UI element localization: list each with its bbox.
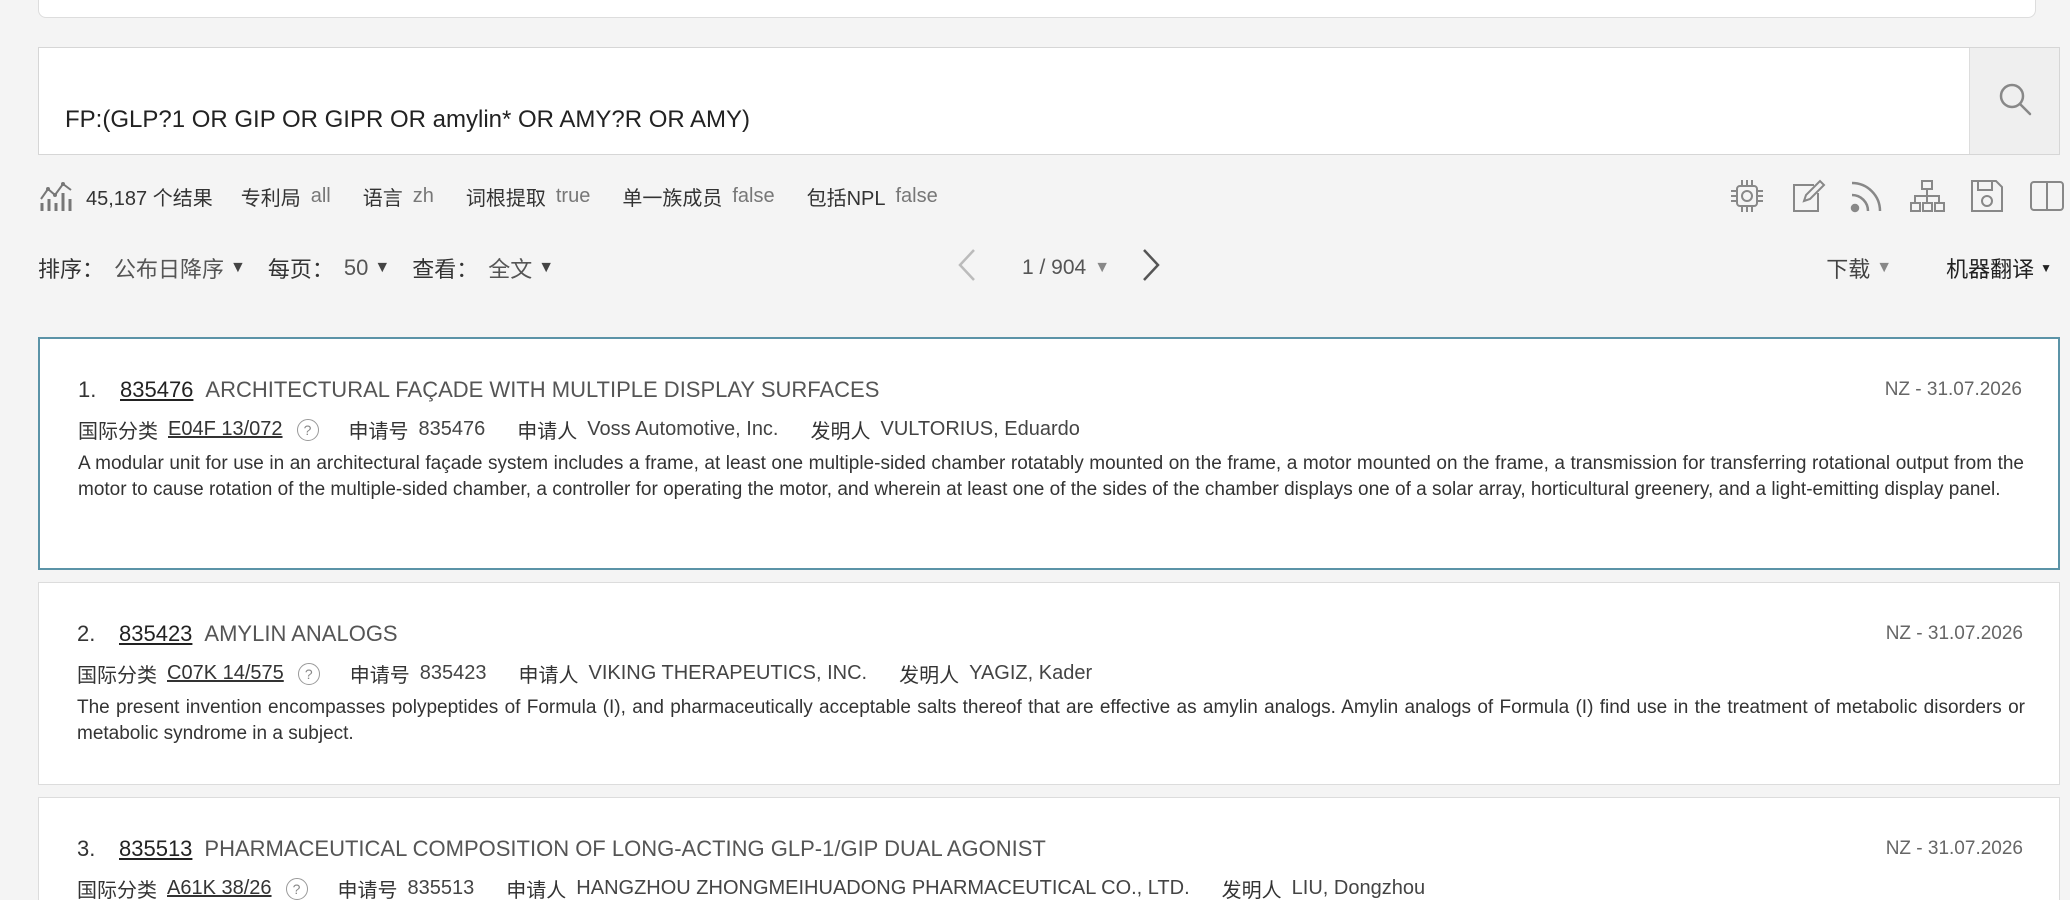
inventor-value: VULTORIUS, Eduardo: [880, 418, 1080, 440]
filter-label-office: 专利局: [240, 187, 301, 210]
filter-value-npl[interactable]: false: [896, 185, 938, 208]
sort-dropdown[interactable]: 公布日降序: [114, 252, 224, 284]
result-date: NZ - 31.07.2026: [1885, 623, 2023, 644]
result-number: 2.: [77, 621, 96, 646]
inventor-value: LIU, Dongzhou: [1291, 877, 1426, 899]
ipc-link[interactable]: C07K 14/575: [167, 662, 284, 685]
help-icon[interactable]: ?: [296, 418, 319, 441]
result-card[interactable]: 2. 835423 AMYLIN ANALOGS NZ - 31.07.2026…: [38, 582, 2060, 785]
filter-label-npl: 包括NPL: [806, 187, 886, 210]
chip-icon[interactable]: [1728, 177, 1766, 215]
search-icon: [1996, 80, 2034, 123]
app-no-label: 申请号: [348, 421, 409, 443]
search-box[interactable]: FP:(GLP?1 OR GIP OR GIPR OR amylin* OR A…: [38, 47, 2060, 155]
per-page-label: 每页：: [267, 257, 334, 282]
result-count: 45,187 个结果: [86, 187, 213, 210]
download-dropdown[interactable]: 下载: [1826, 252, 1870, 284]
top-panel: [38, 0, 2036, 18]
stats-row: 45,187 个结果 专利局 all 语言 zh 词根提取 true 单一族成员…: [38, 178, 970, 214]
prev-page-icon[interactable]: [956, 246, 978, 290]
filter-label-single-family: 单一族成员: [622, 187, 723, 210]
view-dropdown[interactable]: 全文: [488, 252, 532, 284]
filter-label-language: 语言: [362, 187, 403, 210]
filter-value-single-family[interactable]: false: [732, 185, 774, 208]
result-card[interactable]: 1. 835476 ARCHITECTURAL FAÇADE WITH MULT…: [38, 337, 2060, 570]
per-page-caret-icon[interactable]: ▼: [374, 259, 390, 277]
inventor-label: 发明人: [899, 665, 960, 687]
result-title[interactable]: ARCHITECTURAL FAÇADE WITH MULTIPLE DISPL…: [205, 377, 879, 403]
applicant-label: 申请人: [518, 665, 579, 687]
view-label: 查看：: [412, 257, 479, 282]
ipc-label: 国际分类: [77, 880, 157, 900]
applicant-label: 申请人: [517, 421, 578, 443]
filter-value-stemming[interactable]: true: [556, 185, 590, 208]
ipc-link[interactable]: E04F 13/072: [168, 418, 283, 441]
search-button[interactable]: [1969, 48, 2059, 154]
publication-number-link[interactable]: 835423: [119, 621, 192, 647]
help-icon[interactable]: ?: [285, 877, 308, 900]
result-number: 3.: [77, 836, 96, 861]
publication-number-link[interactable]: 835476: [120, 377, 193, 403]
sort-label: 排序：: [38, 257, 105, 282]
result-title[interactable]: PHARMACEUTICAL COMPOSITION OF LONG-ACTIN…: [204, 836, 1045, 862]
result-abstract: The present invention encompasses polype…: [77, 697, 2025, 744]
toolbar: [1728, 176, 2066, 216]
machine-translate-dropdown[interactable]: 机器翻译: [1946, 252, 2034, 284]
controls-row: 排序： 公布日降序 ▼ 每页： 50 ▼ 查看： 全文 ▼ 1 / 904 ▼ …: [38, 248, 2052, 288]
split-view-icon[interactable]: [2028, 177, 2066, 215]
page-caret-icon[interactable]: ▼: [1094, 259, 1110, 277]
inventor-value: YAGIZ, Kader: [969, 662, 1093, 684]
ipc-link[interactable]: A61K 38/26: [167, 877, 272, 900]
result-card[interactable]: 3. 835513 PHARMACEUTICAL COMPOSITION OF …: [38, 797, 2060, 900]
filter-value-language[interactable]: zh: [413, 185, 434, 208]
search-input[interactable]: FP:(GLP?1 OR GIP OR GIPR OR amylin* OR A…: [65, 106, 750, 134]
result-date: NZ - 31.07.2026: [1885, 838, 2023, 859]
pagination: 1 / 904 ▼: [956, 248, 1162, 288]
per-page-dropdown[interactable]: 50: [344, 255, 368, 281]
view-caret-icon[interactable]: ▼: [538, 259, 554, 277]
ipc-label: 国际分类: [77, 665, 157, 687]
publication-number-link[interactable]: 835513: [119, 836, 192, 862]
applicant-value: HANGZHOU ZHONGMEIHUADONG PHARMACEUTICAL …: [576, 877, 1190, 899]
hierarchy-icon[interactable]: [1908, 177, 1946, 215]
applicant-label: 申请人: [506, 880, 567, 900]
result-abstract: A modular unit for use in an architectur…: [78, 453, 2024, 500]
applicant-value: VIKING THERAPEUTICS, INC.: [588, 662, 868, 684]
app-no-value: 835513: [407, 877, 475, 899]
edit-icon[interactable]: [1788, 177, 1826, 215]
inventor-label: 发明人: [810, 421, 871, 443]
app-no-value: 835423: [419, 662, 487, 684]
download-caret-icon[interactable]: ▼: [1876, 259, 1892, 277]
result-number: 1.: [78, 377, 97, 402]
sort-caret-icon[interactable]: ▼: [230, 259, 246, 277]
ipc-label: 国际分类: [78, 421, 158, 443]
next-page-icon[interactable]: [1140, 246, 1162, 290]
result-date: NZ - 31.07.2026: [1884, 379, 2022, 400]
translate-caret-icon[interactable]: ▼: [2040, 261, 2052, 275]
app-no-label: 申请号: [349, 665, 410, 687]
app-no-label: 申请号: [337, 880, 398, 900]
rss-icon[interactable]: [1848, 177, 1886, 215]
filter-label-stemming: 词根提取: [465, 187, 546, 210]
applicant-value: Voss Automotive, Inc.: [587, 418, 779, 440]
stats-chart-icon[interactable]: [38, 179, 76, 213]
inventor-label: 发明人: [1221, 880, 1282, 900]
filter-value-office[interactable]: all: [311, 185, 331, 208]
help-icon[interactable]: ?: [297, 662, 320, 685]
app-no-value: 835476: [418, 418, 486, 440]
result-title[interactable]: AMYLIN ANALOGS: [204, 621, 397, 647]
page-indicator[interactable]: 1 / 904: [1022, 256, 1086, 280]
save-icon[interactable]: [1968, 177, 2006, 215]
